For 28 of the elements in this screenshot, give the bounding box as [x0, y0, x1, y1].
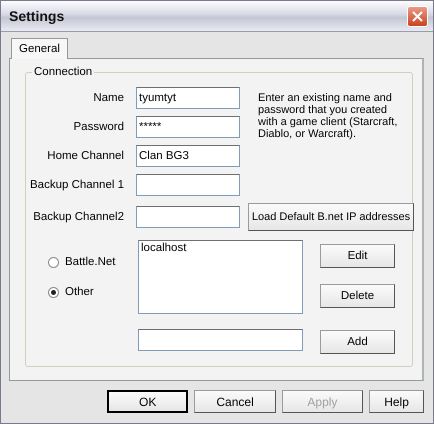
list-button[interactable]: Edit — [320, 244, 395, 268]
field-label: Home Channel — [46, 150, 124, 162]
list-button[interactable]: Delete — [320, 284, 395, 308]
tab[interactable]: General — [11, 38, 68, 59]
load-button[interactable]: Load Default B.net IP addresses — [248, 203, 414, 231]
field-label: Name — [92, 92, 124, 104]
window-title: Settings — [9, 8, 64, 24]
field-label: Backup Channel2 — [32, 211, 124, 223]
field-label: Password — [72, 121, 124, 133]
input-field[interactable] — [138, 329, 303, 351]
radio-option[interactable]: Other — [48, 286, 138, 298]
server-list[interactable]: localhost — [138, 240, 303, 314]
list-item[interactable]: localhost — [141, 242, 300, 254]
dialog-button[interactable]: OK — [107, 390, 188, 413]
help-text: Enter an existing name and password that you created with a game client (Starcraft, Diablo, or Warcraft). — [257, 91, 398, 140]
input-field[interactable] — [136, 174, 240, 196]
dialog-button[interactable]: Help — [369, 390, 424, 413]
input-field[interactable]: Clan BG3 — [136, 145, 240, 167]
group-title: Connection — [32, 66, 94, 78]
radio-option[interactable]: Battle.Net — [48, 256, 138, 268]
close-icon — [412, 10, 423, 22]
input-field[interactable]: tyumtyt — [136, 87, 240, 109]
list-button[interactable]: Add — [320, 330, 395, 354]
field-label: Backup Channel 1 — [29, 179, 124, 191]
close-button[interactable] — [407, 6, 428, 26]
dialog-button[interactable]: Cancel — [194, 390, 276, 413]
input-field[interactable]: ***** — [136, 116, 240, 138]
input-field[interactable] — [136, 206, 240, 228]
